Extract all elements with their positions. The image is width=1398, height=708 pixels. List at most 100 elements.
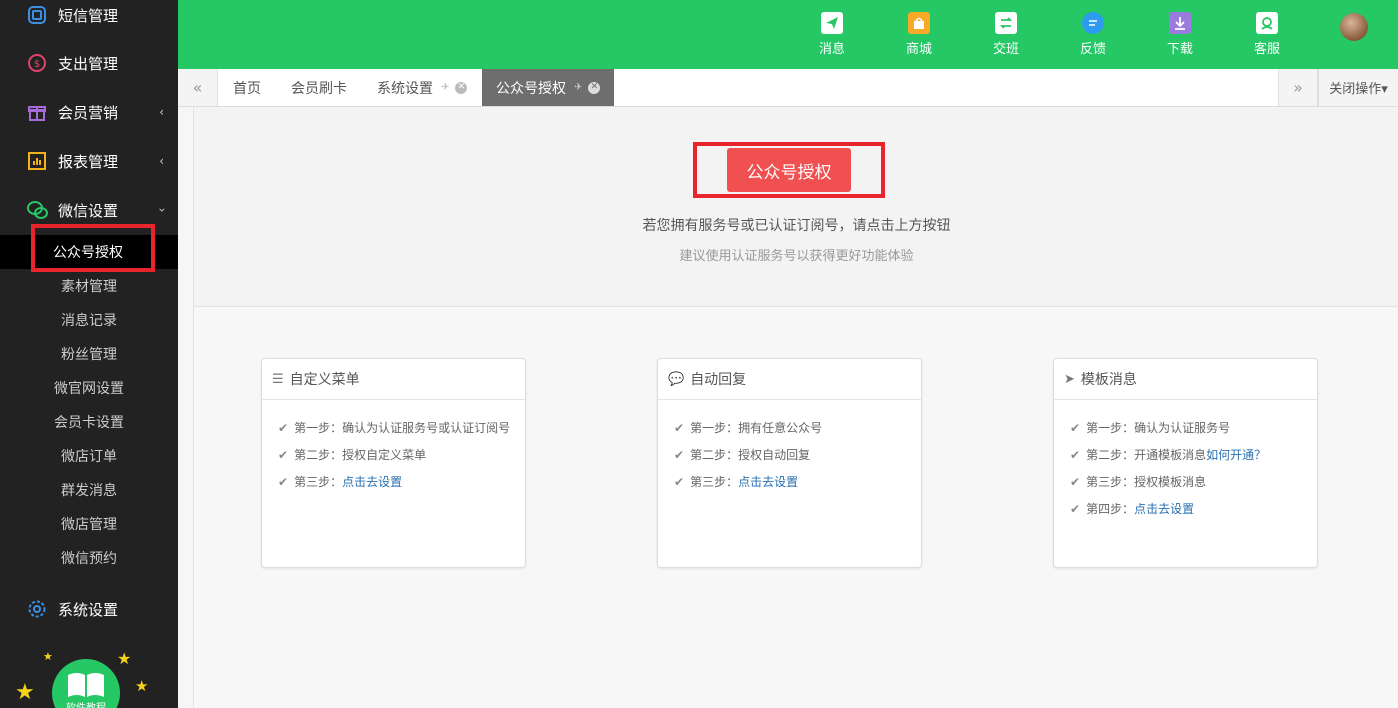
sidebar-item-system-settings[interactable]: 系统设置 [0,589,178,629]
sidebar-item-label: 报表管理 [58,152,119,171]
tab-home[interactable]: 首页 [233,69,261,106]
check-icon: ✔ [674,447,685,462]
check-icon: ✔ [278,474,289,489]
wechat-icon [26,199,48,221]
sidebar-item-expense[interactable]: $ 支出管理 [0,43,178,83]
feedback-icon [1082,12,1104,34]
step-item: ✔ 第三步： 点击去设置 [278,473,403,490]
sms-icon [26,4,48,26]
top-bar: 消息 商城 交班 反馈 下载 客服 [178,0,1398,69]
sidebar-item-label: 支出管理 [58,54,119,73]
gear-icon [26,598,48,620]
auth-panel: 公众号授权 若您拥有服务号或已认证订阅号，请点击上方按钮 建议使用认证服务号以获… [194,107,1398,307]
close-operations-dropdown[interactable]: 关闭操作▾ [1318,69,1398,106]
sidebar-subitem-message-log[interactable]: 消息记录 [0,303,178,337]
check-icon: ✔ [1070,501,1081,516]
sidebar-item-label: 微信设置 [58,201,119,220]
send-icon: ➤ [1064,371,1075,387]
message-icon [821,12,843,34]
chevron-left-icon: ‹ [159,154,164,168]
double-chevron-right-icon: » [1293,78,1303,97]
sidebar-subitem-booking[interactable]: 微信预约 [0,541,178,575]
sidebar-subitem-member-card[interactable]: 会员卡设置 [0,405,178,439]
sidebar-item-label: 系统设置 [58,600,119,619]
tabs-scroll-left-button[interactable]: « [178,69,218,106]
check-icon: ✔ [1070,420,1081,435]
sidebar-subitem-materials[interactable]: 素材管理 [0,269,178,303]
step-item: ✔ 第三步：授权模板消息 [1070,474,1207,490]
shift-icon [995,12,1017,34]
report-icon [26,150,48,172]
check-icon: ✔ [1070,474,1081,489]
highlight-box [31,224,155,272]
close-tab-icon[interactable]: ✕ [455,81,468,94]
step-item: ✔ 第二步：开通模板消息 如何开通？ [1070,446,1267,463]
close-tab-icon[interactable]: ✕ [588,81,601,94]
tab-member-card-swipe[interactable]: 会员刷卡 [291,69,347,106]
star-icon: ★ [43,650,53,663]
step-item: ✔ 第四步： 点击去设置 [1070,500,1195,517]
how-to-enable-link[interactable]: 如何开通？ [1206,446,1266,463]
official-account-auth-button[interactable]: 公众号授权 [727,148,851,192]
star-icon: ★ [117,649,132,668]
sidebar-subitem-fans[interactable]: 粉丝管理 [0,337,178,371]
step-item: ✔ 第二步：授权自定义菜单 [278,447,427,463]
shop-button[interactable]: 商城 [894,12,944,57]
card-title: 模板消息 [1080,372,1137,388]
go-settings-link[interactable]: 点击去设置 [342,473,402,490]
check-icon: ✔ [674,474,685,489]
messages-button[interactable]: 消息 [807,12,857,57]
comments-icon: 💬 [668,371,685,387]
sidebar-subitem-microsite[interactable]: 微官网设置 [0,371,178,405]
card-title: 自定义菜单 [289,372,360,388]
chevron-left-icon: ‹ [159,105,164,119]
sidebar-subitem-shop-orders[interactable]: 微店订单 [0,439,178,473]
sidebar-subitem-shop-manage[interactable]: 微店管理 [0,507,178,541]
star-icon: ★ [15,680,35,705]
download-button[interactable]: 下载 [1155,12,1205,57]
step-item: ✔ 第二步：授权自动回复 [674,447,811,463]
go-settings-link[interactable]: 点击去设置 [738,473,798,490]
check-icon: ✔ [278,420,289,435]
svg-text:$: $ [34,59,40,70]
sidebar-item-reports[interactable]: 报表管理 ‹ [0,141,178,181]
card-title: 自动回复 [690,372,747,388]
shop-icon [908,12,930,34]
template-message-card: ➤ 模板消息 ✔ 第一步：确认为认证服务号 ✔ 第二步：开通模板消息 如何开通？ ✔… [1053,358,1318,568]
sidebar-item-sms[interactable]: 短信管理 [0,0,178,35]
feedback-button[interactable]: 反馈 [1068,12,1118,57]
step-item: ✔ 第一步：确认为认证服务号或认证订阅号 [278,420,511,436]
customer-service-button[interactable]: 客服 [1242,12,1292,57]
check-icon: ✔ [1070,447,1081,462]
auto-reply-card: 💬 自动回复 ✔ 第一步：拥有任意公众号 ✔ 第二步：授权自动回复 ✔ 第三步： 点击去… [657,358,922,568]
sidebar: 短信管理 $ 支出管理 会员营销 ‹ 报表管理 ‹ 微信设置 ‹ 公众号授权 素… [0,0,178,708]
tab-bar: « 首页 会员刷卡 系统设置 ✈ ✕ 公众号授权 ✈ ✕ » 关闭操作▾ [178,69,1398,107]
main-content: 公众号授权 若您拥有服务号或已认证订阅号，请点击上方按钮 建议使用认证服务号以获… [193,107,1398,708]
tab-system-settings[interactable]: 系统设置 ✈ ✕ [377,69,468,106]
check-icon: ✔ [674,420,685,435]
download-icon [1169,12,1191,34]
custom-menu-card: ☰ 自定义菜单 ✔ 第一步：确认为认证服务号或认证订阅号 ✔ 第二步：授权自定义菜单… [261,358,526,568]
double-chevron-left-icon: « [192,78,203,97]
step-item: ✔ 第三步： 点击去设置 [674,473,799,490]
tab-official-account-auth[interactable]: 公众号授权 ✈ ✕ [482,69,615,106]
sidebar-subitem-mass-message[interactable]: 群发消息 [0,473,178,507]
avatar[interactable] [1340,13,1368,41]
step-item: ✔ 第一步：拥有任意公众号 [674,420,823,436]
go-settings-link[interactable]: 点击去设置 [1134,500,1194,517]
service-icon [1256,12,1278,34]
sidebar-item-label: 短信管理 [58,6,119,25]
sidebar-item-marketing[interactable]: 会员营销 ‹ [0,92,178,132]
check-icon: ✔ [278,447,289,462]
list-icon: ☰ [272,371,284,387]
star-icon: ★ [135,677,149,695]
auth-subhint: 建议使用认证服务号以获得更好功能体验 [679,249,914,264]
tabs-scroll-right-button[interactable]: » [1278,69,1318,106]
tutorial-button[interactable]: 软件教程 [52,659,120,708]
chevron-down-icon: ‹ [154,207,169,213]
expense-icon: $ [26,52,48,74]
pin-icon[interactable]: ✈ [441,82,449,93]
shift-button[interactable]: 交班 [981,12,1031,57]
pin-icon[interactable]: ✈ [574,82,582,93]
step-item: ✔ 第一步：确认为认证服务号 [1070,420,1231,436]
